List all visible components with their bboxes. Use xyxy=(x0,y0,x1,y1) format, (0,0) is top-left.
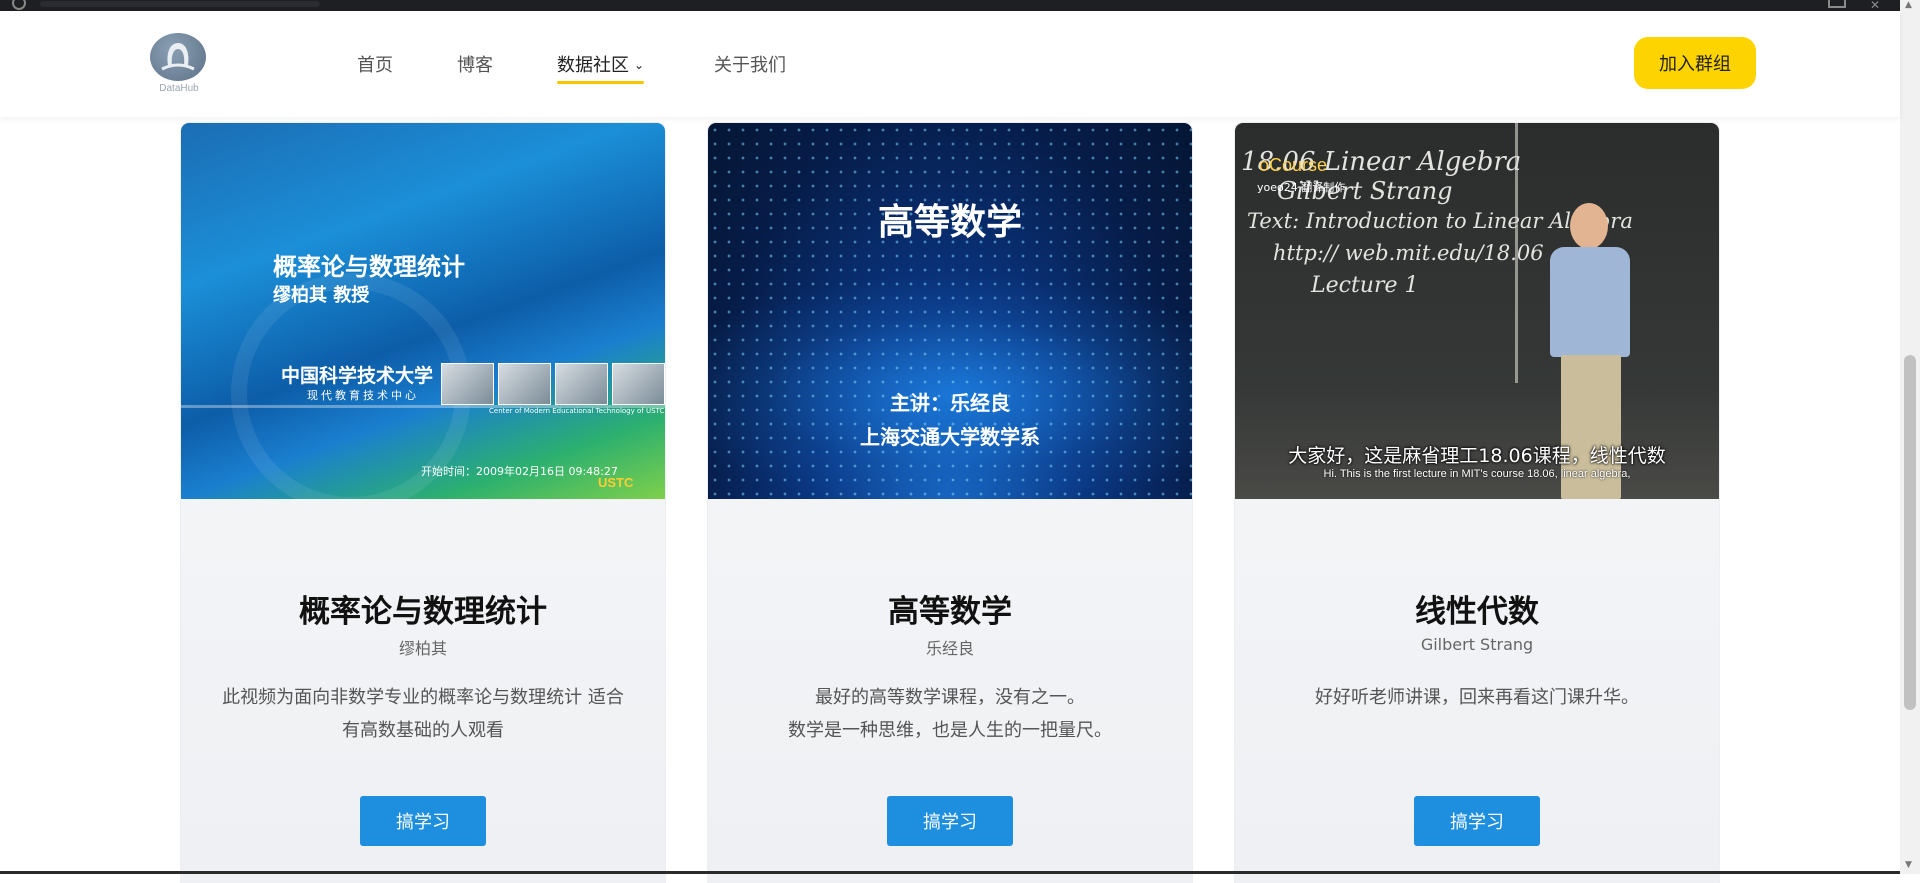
thumb-line1: 主讲：乐经良 xyxy=(890,391,1010,415)
nav-about[interactable]: 关于我们 xyxy=(714,51,786,77)
course-card-probability: 概率论与数理统计 缪柏其 教授 中国科学技术大学 现代教育技术中心 Center… xyxy=(181,123,665,883)
scroll-up-icon[interactable]: ▲ xyxy=(1905,0,1912,10)
thumb-org2: 现代教育技术中心 xyxy=(307,389,419,402)
course-description-line: 数学是一种思维，也是人生的一把量尺。 xyxy=(788,720,1112,741)
nav-blog[interactable]: 博客 xyxy=(457,51,493,77)
site-logo[interactable]: DataHub xyxy=(150,33,208,103)
nav-data-community[interactable]: 数据社区 ⌄ xyxy=(557,51,645,84)
thumb-org: 中国科学技术大学 xyxy=(281,365,434,387)
browser-url-bar xyxy=(40,1,320,7)
nav-data-community-label: 数据社区 xyxy=(557,55,629,76)
course-description: 最好的高等数学课程，没有之一。 数学是一种思维，也是人生的一把量尺。 xyxy=(748,681,1152,747)
course-thumbnail[interactable]: 18.06 Linear Algebra Gilbert Strang Text… xyxy=(1235,123,1719,499)
thumb-org-en: Center of Modern Educational Technology … xyxy=(489,407,665,415)
thumb-photo-strip xyxy=(441,363,665,405)
chalkboard-divider xyxy=(1515,123,1518,383)
thumb-subtitle: 缪柏其 教授 xyxy=(273,285,370,306)
nav-home[interactable]: 首页 xyxy=(357,51,393,77)
course-author: 缪柏其 xyxy=(398,639,447,658)
thumb-time: 开始时间：2009年02月16日 09:48:27 xyxy=(421,465,618,478)
course-title: 线性代数 xyxy=(1415,594,1539,630)
scrollbar-thumb[interactable] xyxy=(1904,355,1916,710)
study-button[interactable]: 搞学习 xyxy=(360,796,486,846)
browser-icon xyxy=(12,0,26,10)
course-title: 高等数学 xyxy=(888,594,1012,630)
course-card-linear-algebra: 18.06 Linear Algebra Gilbert Strang Text… xyxy=(1235,123,1719,883)
course-author: Gilbert Strang xyxy=(1420,635,1534,654)
browser-top-strip: ✕ xyxy=(0,0,1920,12)
course-cards: 概率论与数理统计 缪柏其 教授 中国科学技术大学 现代教育技术中心 Center… xyxy=(0,117,1900,883)
join-group-button[interactable]: 加入群组 xyxy=(1634,37,1756,89)
chevron-down-icon: ⌄ xyxy=(634,58,645,72)
chalk-line-4: http:// web.mit.edu/18.06 xyxy=(1273,241,1544,265)
subtitle-en: Hi. This is the first lecture in MIT's c… xyxy=(1323,468,1631,480)
course-title: 概率论与数理统计 xyxy=(299,594,547,630)
site-header: DataHub 首页 博客 数据社区 ⌄ 关于我们 加入群组 xyxy=(0,11,1900,117)
thumb-title: 高等数学 xyxy=(877,202,1022,243)
thumb-brand: oCourse xyxy=(1259,155,1328,175)
course-description-line: 最好的高等数学课程，没有之一。 xyxy=(815,687,1085,708)
thumb-title: 概率论与数理统计 xyxy=(273,253,465,281)
thumb-line2: 上海交通大学数学系 xyxy=(860,425,1040,449)
page-scrollbar[interactable]: ▲ ▼ xyxy=(1900,0,1920,874)
thumb-brand-sub: yoeo24 翻译制作 xyxy=(1257,181,1346,194)
thumb-mark: USTC xyxy=(598,475,634,490)
course-card-advanced-math: 高等数学 主讲：乐经良 上海交通大学数学系 高等数学 乐经良 最好的高等数学课程… xyxy=(708,123,1192,883)
course-thumbnail[interactable]: 高等数学 主讲：乐经良 上海交通大学数学系 xyxy=(708,123,1192,499)
logo-text: DataHub xyxy=(159,83,199,94)
course-description: 此视频为面向非数学专业的概率论与数理统计 适合有高数基础的人观看 xyxy=(222,687,624,741)
logo-icon xyxy=(150,33,206,81)
scroll-down-icon[interactable]: ▼ xyxy=(1905,860,1912,870)
course-description: 好好听老师讲课，回来再看这门课升华。 xyxy=(1315,687,1639,708)
chalk-line-5: Lecture 1 xyxy=(1311,273,1419,298)
subtitle-cn: 大家好，这是麻省理工18.06课程，线性代数 xyxy=(1288,445,1666,467)
window-minimize-icon[interactable] xyxy=(1828,0,1846,8)
study-button[interactable]: 搞学习 xyxy=(887,796,1013,846)
course-author: 乐经良 xyxy=(925,639,974,658)
study-button[interactable]: 搞学习 xyxy=(1414,796,1540,846)
course-thumbnail[interactable]: 概率论与数理统计 缪柏其 教授 中国科学技术大学 现代教育技术中心 Center… xyxy=(181,123,665,499)
